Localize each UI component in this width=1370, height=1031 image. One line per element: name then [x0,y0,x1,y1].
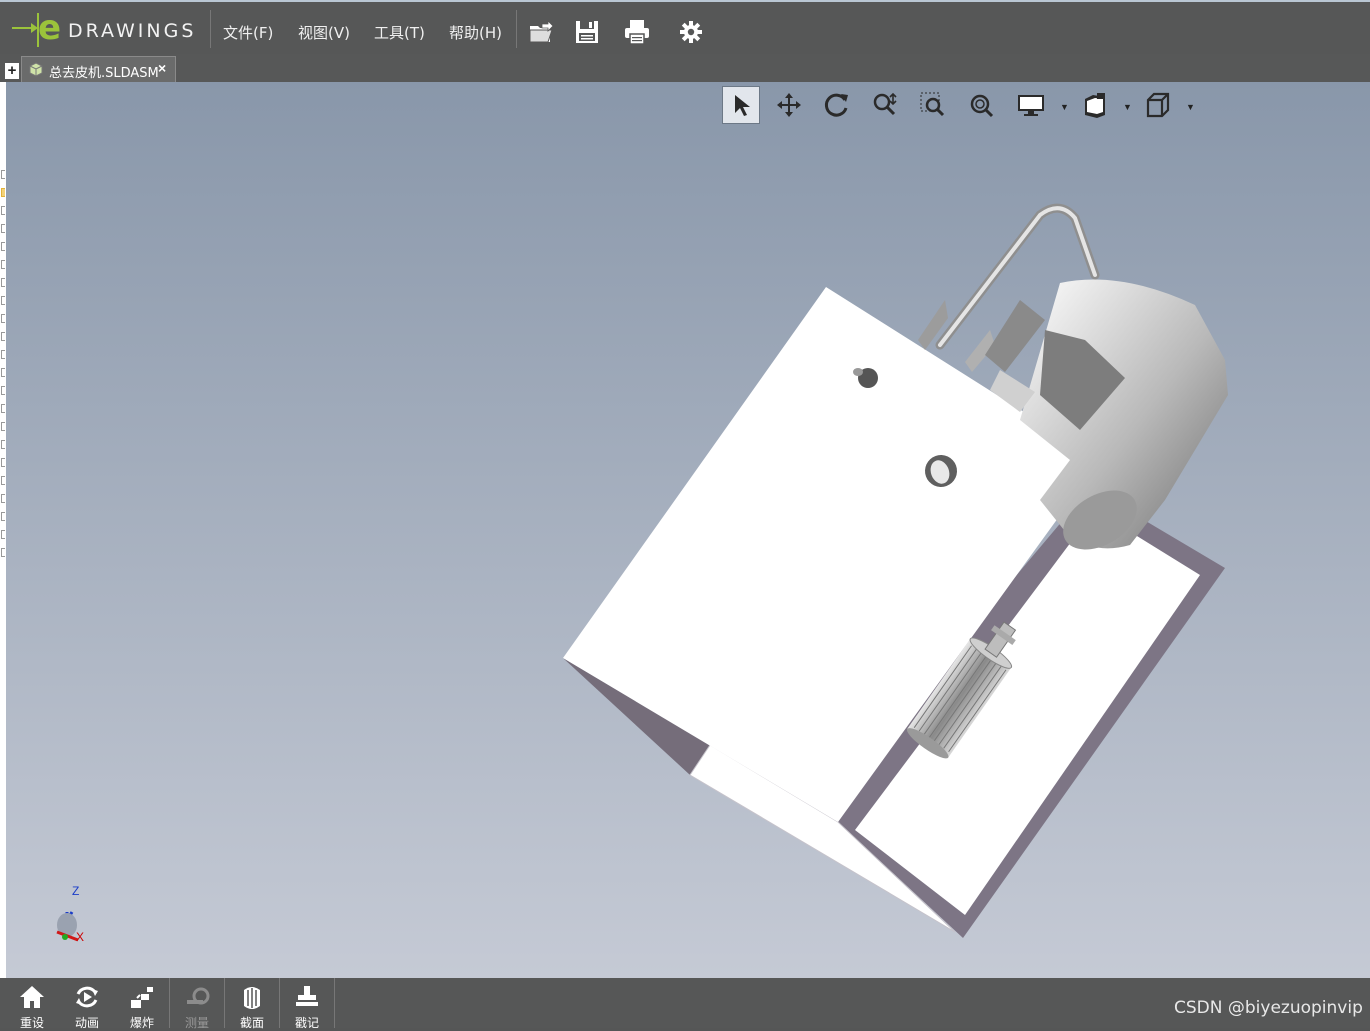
save-icon[interactable] [572,17,602,47]
menu-file[interactable]: 文件(F) [223,22,273,43]
logo-text: DRAWINGS [68,20,197,42]
triad-z-label: Z [72,884,80,898]
section-button[interactable]: 截面 [225,978,279,1030]
display-style-dropdown-icon[interactable]: ▼ [1060,102,1069,112]
explode-button[interactable]: 爆炸 [115,978,169,1030]
home-icon [20,986,44,1008]
model-render [56,203,1228,942]
section-label: 截面 [239,1016,264,1030]
views-dropdown-icon[interactable]: ▼ [1123,102,1132,112]
document-tab-bar: + 总去皮机.SLDASM × [0,54,1370,82]
gear-icon[interactable] [676,17,706,47]
pan-icon[interactable] [770,86,808,124]
views-icon[interactable] [1076,86,1114,124]
animate-icon [76,986,98,1008]
tab-document-label: 总去皮机.SLDASM [49,66,159,81]
open-icon[interactable] [526,17,556,47]
explode-icon [131,987,153,1008]
stamp-icon [296,986,318,1006]
close-tab-icon[interactable]: × [158,60,166,76]
explode-label: 爆炸 [129,1016,154,1030]
reset-button[interactable]: 重设 [5,978,59,1030]
animate-button[interactable]: 动画 [60,978,114,1030]
title-toolbar: e DRAWINGS 文件(F) 视图(V) 工具(T) 帮助(H) [0,0,1370,54]
section-icon [244,987,260,1009]
animate-label: 动画 [74,1016,99,1030]
stamp-label: 戳记 [294,1016,319,1030]
menu-tools[interactable]: 工具(T) [374,22,425,43]
3d-viewport[interactable]: Z X [6,82,1370,978]
display-style-icon[interactable] [1012,86,1050,124]
measure-button[interactable]: 测量 [170,978,224,1030]
new-tab-button[interactable]: + [5,63,19,79]
zoom-icon[interactable] [866,86,904,124]
tab-document[interactable]: 总去皮机.SLDASM × [21,56,176,82]
axis-triad [56,911,79,942]
zoom-to-fit-icon[interactable] [962,86,1000,124]
bottom-toolbar: 重设 动画 爆炸 测量 截面 戳记 [0,978,1370,1030]
edrawings-logo: e DRAWINGS [10,8,210,48]
watermark-text: CSDN @biyezuopinvip [1174,998,1363,1018]
zoom-to-area-icon[interactable] [914,86,952,124]
print-icon[interactable] [622,17,652,47]
assembly-icon [29,62,43,77]
menu-view[interactable]: 视图(V) [298,22,350,43]
select-arrow-icon[interactable] [722,86,760,124]
standard-view-dropdown-icon[interactable]: ▼ [1186,102,1195,112]
measure-label: 测量 [184,1016,209,1030]
rotate-icon[interactable] [818,86,856,124]
standard-view-icon[interactable] [1139,86,1177,124]
measure-icon [187,987,210,1005]
menu-help[interactable]: 帮助(H) [449,22,502,43]
triad-x-label: X [76,930,85,944]
reset-label: 重设 [19,1016,44,1030]
stamp-button[interactable]: 戳记 [280,978,334,1030]
